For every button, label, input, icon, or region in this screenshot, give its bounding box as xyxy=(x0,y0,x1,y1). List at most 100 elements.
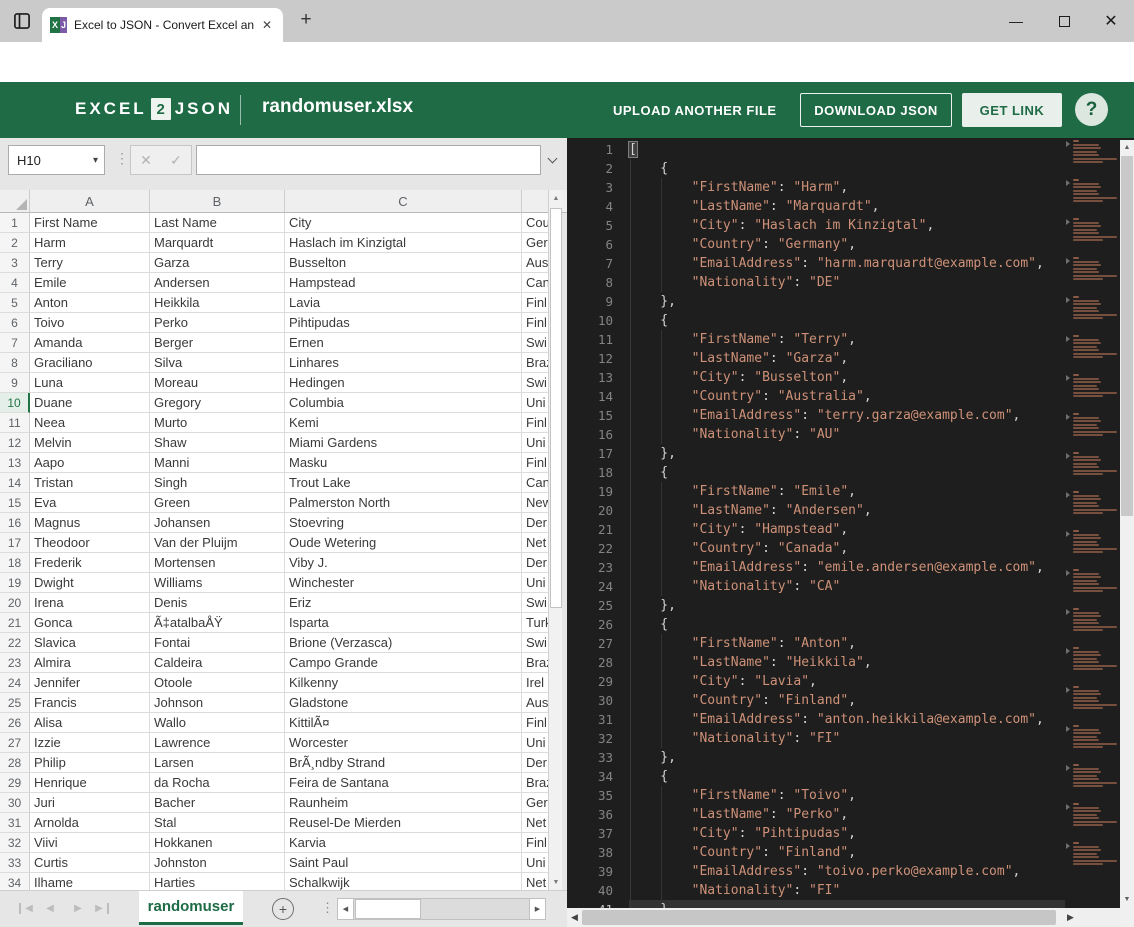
row-header[interactable]: 30 xyxy=(0,793,30,813)
grid-cell[interactable]: Duane xyxy=(30,393,150,413)
grid-cell[interactable]: Tristan xyxy=(30,473,150,493)
row-header[interactable]: 32 xyxy=(0,833,30,853)
grid-cell[interactable]: Kilkenny xyxy=(285,673,522,693)
grid-cell[interactable]: Bacher xyxy=(150,793,285,813)
grid-cell[interactable]: Frederik xyxy=(30,553,150,573)
grid-cell[interactable]: Caldeira xyxy=(150,653,285,673)
grid-cell[interactable]: Miami Gardens xyxy=(285,433,522,453)
code-line[interactable]: 18 { xyxy=(567,463,1065,482)
row-header[interactable]: 16 xyxy=(0,513,30,533)
code-line[interactable]: 30 "Country": "Finland", xyxy=(567,691,1065,710)
confirm-entry-button[interactable]: ✓ xyxy=(170,152,182,169)
grid-cell[interactable]: Dwight xyxy=(30,573,150,593)
grid-cell[interactable]: Net xyxy=(522,813,548,833)
row-header[interactable]: 31 xyxy=(0,813,30,833)
cell-name-box[interactable]: H10 ▾ xyxy=(8,145,105,175)
grid-cell[interactable]: Irel xyxy=(522,673,548,693)
grid-cell[interactable]: Lawrence xyxy=(150,733,285,753)
grid-cell[interactable]: Andersen xyxy=(150,273,285,293)
grid-cell[interactable]: First Name xyxy=(30,213,150,233)
grid-cell[interactable]: Slavica xyxy=(30,633,150,653)
code-line[interactable]: 11 "FirstName": "Terry", xyxy=(567,330,1065,349)
grid-cell[interactable]: Reusel-De Mierden xyxy=(285,813,522,833)
code-line[interactable]: 6 "Country": "Germany", xyxy=(567,235,1065,254)
code-line[interactable]: 21 "City": "Hampstead", xyxy=(567,520,1065,539)
code-line[interactable]: 1[ xyxy=(567,140,1065,159)
add-sheet-button[interactable]: + xyxy=(272,898,294,920)
grid-cell[interactable]: Can xyxy=(522,473,548,493)
code-line[interactable]: 19 "FirstName": "Emile", xyxy=(567,482,1065,501)
row-header[interactable]: 5 xyxy=(0,293,30,313)
grid-cell[interactable]: Luna xyxy=(30,373,150,393)
code-line[interactable]: 10 { xyxy=(567,311,1065,330)
row-header[interactable]: 13 xyxy=(0,453,30,473)
grid-cell[interactable]: Eriz xyxy=(285,593,522,613)
row-header[interactable]: 3 xyxy=(0,253,30,273)
grid-cell[interactable]: Finl xyxy=(522,313,548,333)
grid-cell[interactable]: Feira de Santana xyxy=(285,773,522,793)
grid-cell[interactable]: Eva xyxy=(30,493,150,513)
prev-sheet-button[interactable]: ◀ xyxy=(36,903,64,914)
app-logo[interactable]: EXCEL 2 JSON xyxy=(75,98,233,120)
row-header[interactable]: 6 xyxy=(0,313,30,333)
code-line[interactable]: 28 "LastName": "Heikkila", xyxy=(567,653,1065,672)
grid-cell[interactable]: Toivo xyxy=(30,313,150,333)
grid-cell[interactable]: Uni xyxy=(522,573,548,593)
code-line[interactable]: 17 }, xyxy=(567,444,1065,463)
grid-cell[interactable]: KittilÃ¤ xyxy=(285,713,522,733)
scroll-down-icon[interactable]: ▼ xyxy=(1120,892,1134,907)
row-header[interactable]: 25 xyxy=(0,693,30,713)
grid-cell[interactable]: Harties xyxy=(150,873,285,890)
select-all-corner[interactable] xyxy=(0,190,30,213)
grid-hscrollbar-thumb[interactable] xyxy=(355,899,421,919)
grid-cell[interactable]: Terry xyxy=(30,253,150,273)
grid-cell[interactable]: Green xyxy=(150,493,285,513)
grid-cell[interactable]: BrÃ¸ndby Strand xyxy=(285,753,522,773)
code-line[interactable]: 16 "Nationality": "AU" xyxy=(567,425,1065,444)
code-line[interactable]: 39 "EmailAddress": "toivo.perko@example.… xyxy=(567,862,1065,881)
grid-cell[interactable]: Johnson xyxy=(150,693,285,713)
grid-cell[interactable]: Aus xyxy=(522,253,548,273)
grid-cell[interactable]: Worcester xyxy=(285,733,522,753)
grid-cell[interactable]: Theodoor xyxy=(30,533,150,553)
grid-cell[interactable]: Francis xyxy=(30,693,150,713)
code-line[interactable]: 32 "Nationality": "FI" xyxy=(567,729,1065,748)
grid-cell[interactable]: Aapo xyxy=(30,453,150,473)
grid-cell[interactable]: Gonca xyxy=(30,613,150,633)
grid-cell[interactable]: Brione (Verzasca) xyxy=(285,633,522,653)
grid-cell[interactable]: Ernen xyxy=(285,333,522,353)
row-header[interactable]: 14 xyxy=(0,473,30,493)
code-line[interactable]: 14 "Country": "Australia", xyxy=(567,387,1065,406)
window-close-button[interactable]: ✕ xyxy=(1096,10,1126,32)
minimize-button[interactable]: — xyxy=(1001,10,1031,32)
code-line[interactable]: 33 }, xyxy=(567,748,1065,767)
row-header[interactable]: 18 xyxy=(0,553,30,573)
grid-cell[interactable]: Uni xyxy=(522,393,548,413)
editor-lines[interactable]: 1[2 {3 "FirstName": "Harm", 4 "LastName":… xyxy=(567,140,1065,908)
row-header[interactable]: 12 xyxy=(0,433,30,453)
grid-cell[interactable]: Haslach im Kinzigtal xyxy=(285,233,522,253)
grid-cell[interactable]: Masku xyxy=(285,453,522,473)
scroll-up-icon[interactable]: ▲ xyxy=(1120,140,1134,155)
grid-cell[interactable]: Ger xyxy=(522,233,548,253)
row-header[interactable]: 24 xyxy=(0,673,30,693)
editor-hscrollbar-thumb[interactable] xyxy=(582,910,1056,925)
grid-cell[interactable]: Johansen xyxy=(150,513,285,533)
help-button[interactable]: ? xyxy=(1075,93,1108,126)
grid-cell[interactable]: Izzie xyxy=(30,733,150,753)
code-line[interactable]: 15 "EmailAddress": "terry.garza@example.… xyxy=(567,406,1065,425)
grid-cell[interactable]: da Rocha xyxy=(150,773,285,793)
grid-cell[interactable]: Cou xyxy=(522,213,548,233)
grid-cell[interactable]: Last Name xyxy=(150,213,285,233)
grid-cell[interactable]: Isparta xyxy=(285,613,522,633)
grid-cell[interactable]: Berger xyxy=(150,333,285,353)
column-header-b[interactable]: B xyxy=(150,190,285,213)
grid-cell[interactable]: Viivi xyxy=(30,833,150,853)
grid-cell[interactable]: Graciliano xyxy=(30,353,150,373)
row-header[interactable]: 11 xyxy=(0,413,30,433)
row-header[interactable]: 26 xyxy=(0,713,30,733)
get-link-button[interactable]: GET LINK xyxy=(962,93,1062,127)
row-header[interactable]: 7 xyxy=(0,333,30,353)
code-line[interactable]: 35 "FirstName": "Toivo", xyxy=(567,786,1065,805)
grid-cell[interactable]: Finl xyxy=(522,713,548,733)
